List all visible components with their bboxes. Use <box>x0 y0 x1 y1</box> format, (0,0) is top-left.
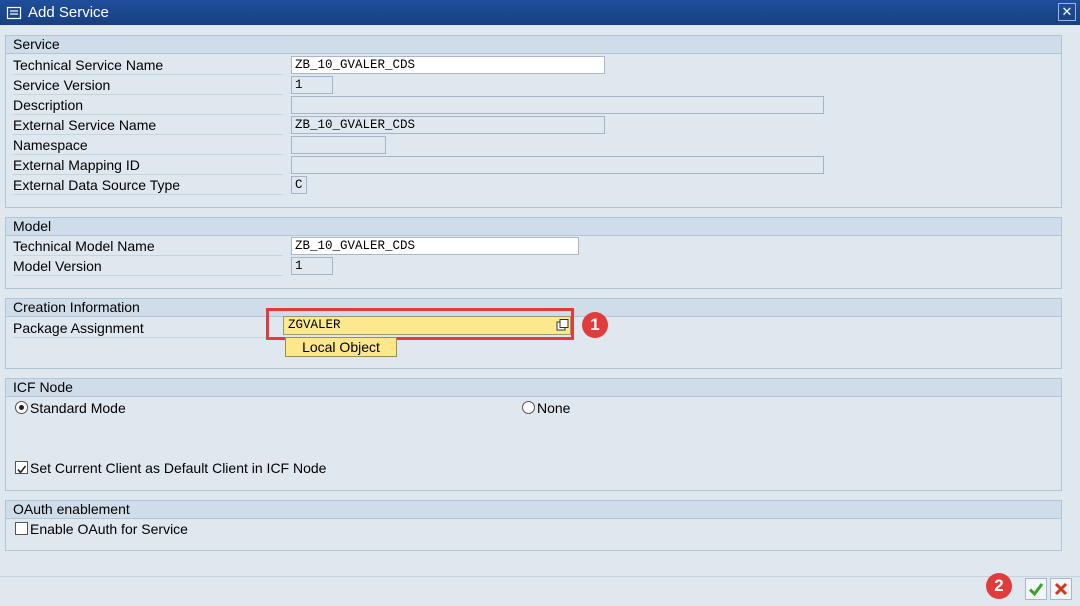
window-title: Add Service <box>28 4 109 21</box>
none-radio[interactable] <box>522 401 535 414</box>
checkmark-glyph <box>17 465 27 474</box>
dialog-footer <box>0 576 1080 606</box>
service-group: Service Technical Service Name ZB_10_GVA… <box>5 35 1062 208</box>
external-mapping-id-label: External Mapping ID <box>13 156 283 175</box>
technical-model-name-field[interactable]: ZB_10_GVALER_CDS <box>291 237 579 255</box>
annotation-badge-2: 2 <box>986 573 1012 599</box>
model-group: Model Technical Model Name ZB_10_GVALER_… <box>5 217 1062 289</box>
standard-mode-label: Standard Mode <box>30 400 126 416</box>
window-menu-icon[interactable] <box>6 5 22 21</box>
close-icon[interactable]: ✕ <box>1058 3 1076 21</box>
model-group-header: Model <box>6 218 1061 236</box>
annotation-badge-1: 1 <box>582 312 608 338</box>
none-label: None <box>537 400 571 416</box>
title-bar: Add Service ✕ <box>0 0 1080 25</box>
model-version-field[interactable]: 1 <box>291 257 333 275</box>
set-default-client-label: Set Current Client as Default Client in … <box>30 460 327 476</box>
external-data-source-type-field[interactable]: C <box>291 176 307 194</box>
ok-button[interactable] <box>1025 578 1047 600</box>
namespace-label: Namespace <box>13 136 283 155</box>
model-version-label: Model Version <box>13 257 283 276</box>
package-assignment-label: Package Assignment <box>13 319 283 338</box>
value-help-icon[interactable] <box>556 318 570 333</box>
technical-service-name-label: Technical Service Name <box>13 56 283 75</box>
description-field[interactable] <box>291 96 824 114</box>
local-object-button[interactable]: Local Object <box>285 337 397 357</box>
external-service-name-field[interactable]: ZB_10_GVALER_CDS <box>291 116 605 134</box>
icf-node-group-header: ICF Node <box>6 379 1061 397</box>
external-mapping-id-field[interactable] <box>291 156 824 174</box>
external-service-name-label: External Service Name <box>13 116 283 135</box>
cancel-icon <box>1054 582 1068 596</box>
namespace-field[interactable] <box>291 136 386 154</box>
checkmark-icon <box>1028 583 1044 597</box>
description-label: Description <box>13 96 283 115</box>
set-default-client-checkbox[interactable] <box>15 461 28 474</box>
radio-selected-dot <box>19 405 24 410</box>
service-version-field[interactable]: 1 <box>291 76 333 94</box>
external-data-source-type-label: External Data Source Type <box>13 176 283 195</box>
service-version-label: Service Version <box>13 76 283 95</box>
enable-oauth-checkbox[interactable] <box>15 522 28 535</box>
technical-service-name-field[interactable]: ZB_10_GVALER_CDS <box>291 56 605 74</box>
package-assignment-field[interactable]: ZGVALER <box>283 316 571 335</box>
service-group-header: Service <box>6 36 1061 54</box>
oauth-group-header: OAuth enablement <box>6 501 1061 519</box>
enable-oauth-label: Enable OAuth for Service <box>30 521 188 537</box>
technical-model-name-label: Technical Model Name <box>13 237 283 256</box>
cancel-button[interactable] <box>1050 578 1072 600</box>
standard-mode-radio[interactable] <box>15 401 28 414</box>
